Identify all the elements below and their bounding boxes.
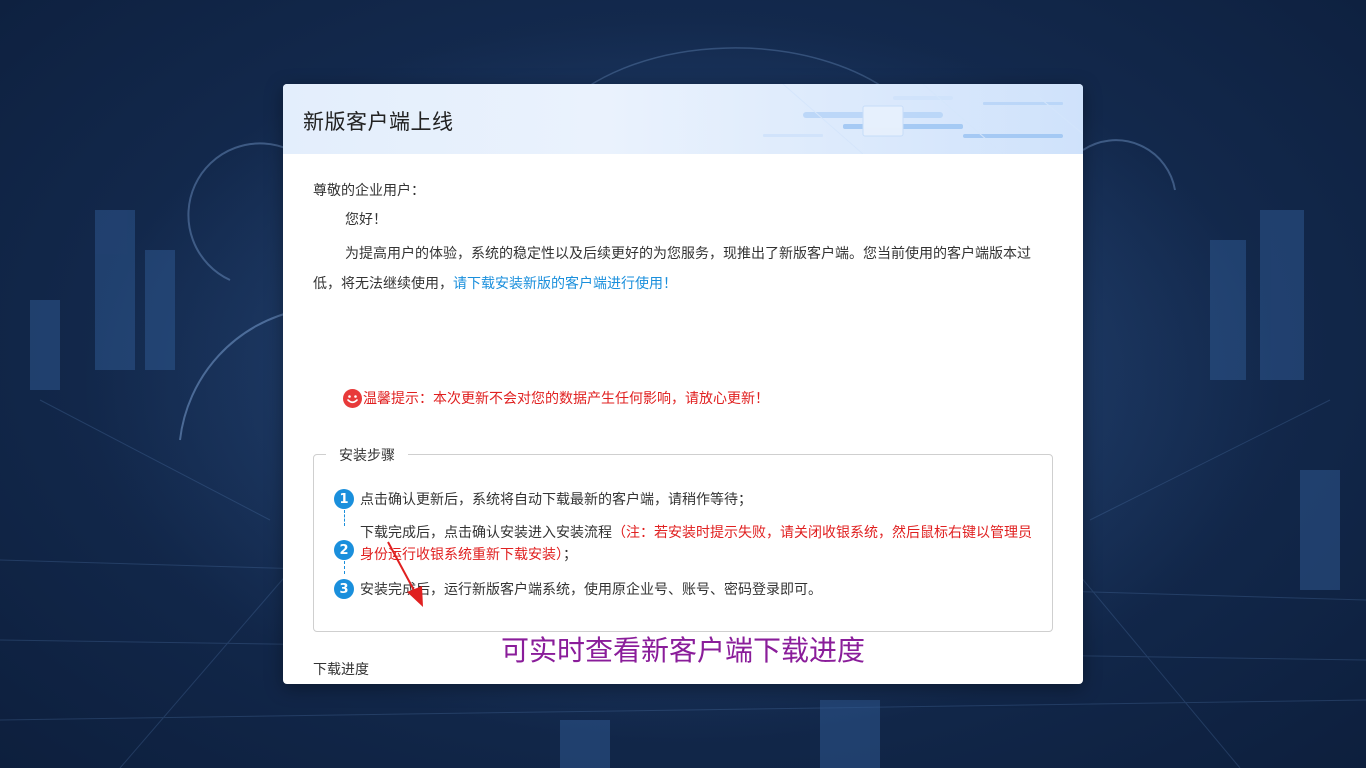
- download-link-text: 请下载安装新版的客户端进行使用！: [453, 276, 677, 292]
- install-step: 2 下载完成后，点击确认安装进入安装流程（注：若安装时提示失败，请关闭收银系统，…: [334, 525, 1040, 566]
- step-text: 安装完成后，运行新版客户端系统，使用原企业号、账号、密码登录即可。: [360, 579, 1040, 601]
- step-text: 点击确认更新后，系统将自动下载最新的客户端，请稍作等待；: [360, 489, 1040, 511]
- progress-annotation: 可实时查看新客户端下载进度: [501, 634, 866, 667]
- dialog-header: 新版客户端上线: [283, 84, 1083, 154]
- update-message: 为提高用户的体验，系统的稳定性以及后续更好的为您服务，现推出了新版客户端。您当前…: [313, 239, 1053, 299]
- install-steps-legend: 安装步骤: [326, 445, 408, 465]
- install-step: 1 点击确认更新后，系统将自动下载最新的客户端，请稍作等待；: [334, 489, 1040, 511]
- step-number-badge: 1: [334, 489, 354, 509]
- step-text-main: 下载完成后，点击确认安装进入安装流程: [360, 525, 612, 541]
- download-progress-label: 下载进度: [313, 662, 369, 678]
- warm-tip-text: 温馨提示：本次更新不会对您的数据产生任何影响，请放心更新！: [363, 391, 769, 407]
- update-dialog: 新版客户端上线 尊敬的企业用户： 您好！ 为提高用户的体验，系统的稳定性以及后续…: [283, 84, 1083, 684]
- step-connector: [344, 510, 345, 526]
- warm-tip: 温馨提示：本次更新不会对您的数据产生任何影响，请放心更新！: [343, 388, 769, 408]
- step-text-main: 点击确认更新后，系统将自动下载最新的客户端，请稍作等待；: [360, 492, 752, 508]
- step-text-main: 安装完成后，运行新版客户端系统，使用原企业号、账号、密码登录即可。: [360, 582, 822, 598]
- greeting: 尊敬的企业用户：: [313, 183, 425, 199]
- step-text: 下载完成后，点击确认安装进入安装流程（注：若安装时提示失败，请关闭收银系统，然后…: [360, 522, 1040, 566]
- install-step: 3 安装完成后，运行新版客户端系统，使用原企业号、账号、密码登录即可。: [334, 579, 1040, 601]
- step-number-badge: 3: [334, 579, 354, 599]
- smiley-icon: [343, 388, 362, 408]
- step-number-badge: 2: [334, 540, 354, 560]
- hello-text: 您好！: [345, 212, 387, 228]
- install-steps-box: 安装步骤 1 点击确认更新后，系统将自动下载最新的客户端，请稍作等待； 2 下载…: [313, 445, 1053, 632]
- dialog-title: 新版客户端上线: [303, 110, 454, 134]
- header-banner-graphic: [763, 84, 1083, 154]
- step-text-tail: ；: [563, 547, 577, 563]
